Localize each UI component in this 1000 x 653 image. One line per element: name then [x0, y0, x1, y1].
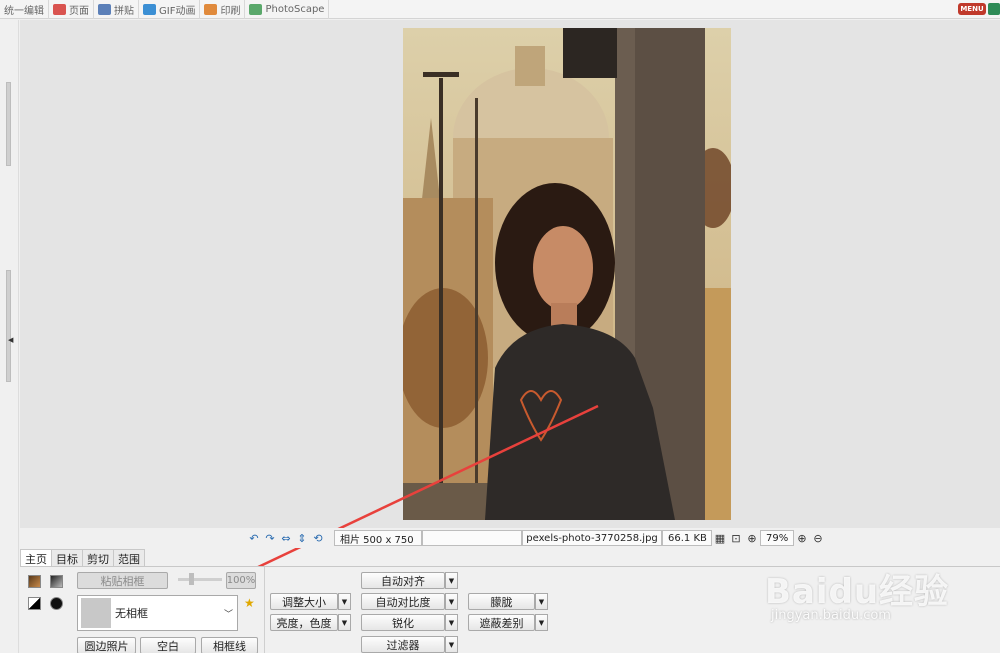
zoom-level[interactable]: 79%: [760, 530, 794, 546]
zoom-fit-icon[interactable]: ⊡: [728, 530, 744, 546]
frame-dropdown[interactable]: 无相框 ﹀: [77, 595, 238, 631]
resize-button[interactable]: 调整大小: [270, 593, 338, 610]
undo-icon[interactable]: ⟲: [310, 530, 326, 546]
sharpen-button[interactable]: 锐化: [361, 614, 445, 631]
frame-line-button[interactable]: 相框线: [201, 637, 258, 653]
rotate-right-icon[interactable]: ↷: [262, 530, 278, 546]
tab-region[interactable]: 范围: [113, 549, 145, 567]
bloom-dropdown-icon[interactable]: ▼: [535, 593, 548, 610]
sharpen-dropdown-icon[interactable]: ▼: [445, 614, 458, 631]
auto-contrast-button[interactable]: 自动对比度: [361, 593, 445, 610]
gradient-tool-icon[interactable]: [50, 575, 63, 588]
zoom-out-icon[interactable]: ⊖: [810, 530, 826, 546]
checkerboard-icon[interactable]: ▦: [712, 530, 728, 546]
photo-size-readout: 相片 500 x 750: [334, 530, 422, 546]
filter-dropdown-icon[interactable]: ▼: [445, 636, 458, 653]
paste-frame-button[interactable]: 粘贴相框: [77, 572, 168, 589]
color-tool-icon[interactable]: [28, 575, 41, 588]
filter-tool-icon[interactable]: [50, 597, 63, 610]
flip-horizontal-icon[interactable]: ⇔: [278, 530, 294, 546]
rotate-left-icon[interactable]: ↶: [246, 530, 262, 546]
auto-level-dropdown-icon[interactable]: ▼: [445, 572, 458, 589]
auto-level-button[interactable]: 自动对齐: [361, 572, 445, 589]
frame-thumbnail: [81, 598, 111, 628]
opacity-slider-thumb[interactable]: [189, 573, 194, 585]
contrast-tool-icon[interactable]: [28, 597, 41, 610]
chevron-down-icon: ﹀: [223, 609, 233, 620]
tab-crop[interactable]: 剪切: [82, 549, 114, 567]
filename-readout: pexels-photo-3770258.jpg: [522, 530, 662, 546]
favorite-star-icon[interactable]: ★: [244, 596, 255, 610]
status-bar: ↶ ↷ ⇔ ⇕ ⟲ 相片 500 x 750 pexels-photo-3770…: [20, 528, 1000, 548]
status-empty-box: [422, 530, 522, 546]
round-photo-button[interactable]: 圆边照片: [77, 637, 136, 653]
zoom-in-icon[interactable]: ⊕: [794, 530, 810, 546]
panel-divider: [264, 567, 265, 653]
tab-home[interactable]: 主页: [20, 549, 52, 567]
flip-vertical-icon[interactable]: ⇕: [294, 530, 310, 546]
tab-object[interactable]: 目标: [51, 549, 83, 567]
backlight-dropdown-icon[interactable]: ▼: [535, 614, 548, 631]
brightness-dropdown-icon[interactable]: ▼: [338, 614, 351, 631]
auto-contrast-dropdown-icon[interactable]: ▼: [445, 593, 458, 610]
filter-button[interactable]: 过滤器: [361, 636, 445, 653]
zoom-actual-icon[interactable]: ⊕: [744, 530, 760, 546]
annotation-arrow: [166, 404, 599, 610]
brightness-button[interactable]: 亮度，色度: [270, 614, 338, 631]
filesize-readout: 66.1 KB: [662, 530, 712, 546]
opacity-value: 100%: [226, 572, 256, 589]
opacity-slider[interactable]: [178, 578, 222, 581]
blank-button[interactable]: 空白: [140, 637, 196, 653]
backlight-button[interactable]: 遮蔽差别: [468, 614, 535, 631]
bloom-button[interactable]: 朦胧: [468, 593, 535, 610]
frame-name: 无相框: [115, 607, 148, 620]
editor-tabs: 主页 目标 剪切 范围: [20, 549, 145, 567]
resize-dropdown-icon[interactable]: ▼: [338, 593, 351, 610]
home-panel: 粘贴相框 100% 无相框 ﹀ ★ 圆边照片 空白 相框线 调整大小 ▼ 亮度，…: [20, 566, 1000, 653]
